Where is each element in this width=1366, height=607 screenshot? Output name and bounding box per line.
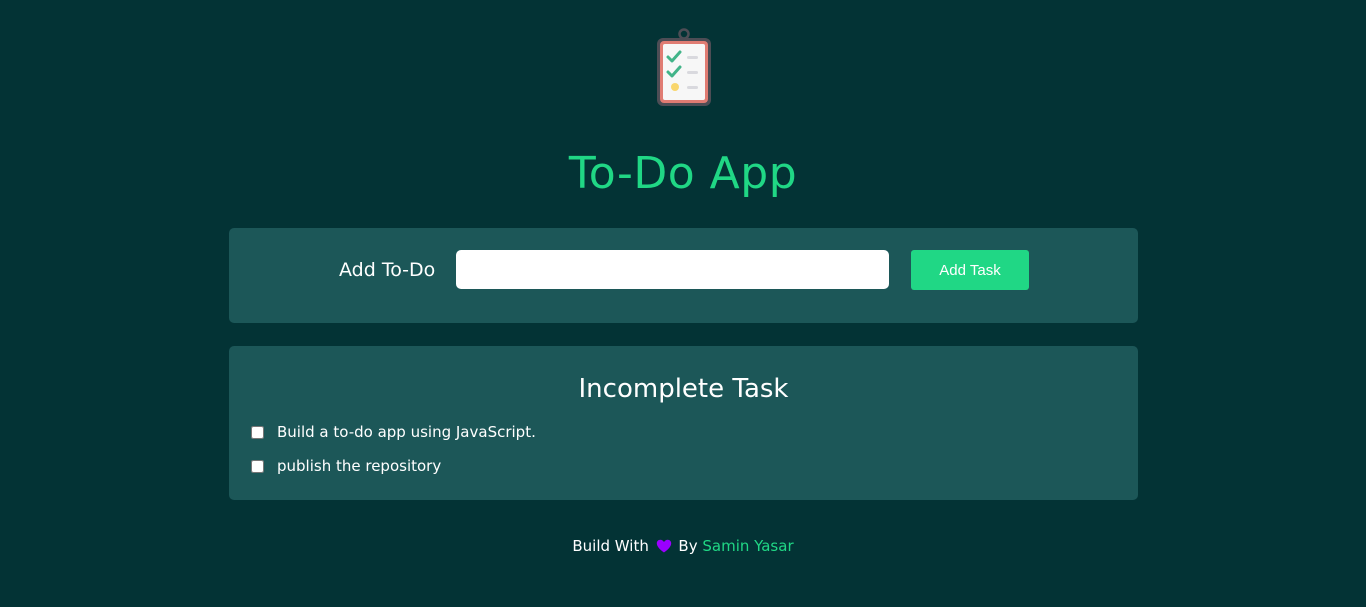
heart-icon bbox=[656, 539, 671, 553]
footer-by: By bbox=[678, 537, 698, 555]
task-label: Build a to-do app using JavaScript. bbox=[277, 423, 536, 441]
add-task-button[interactable]: Add Task bbox=[911, 250, 1029, 290]
incomplete-task-heading: Incomplete Task bbox=[578, 374, 789, 404]
add-todo-label: Add To-Do bbox=[339, 259, 436, 281]
incomplete-task-card: Incomplete Task Build a to-do app using … bbox=[229, 346, 1138, 500]
task-label: publish the repository bbox=[277, 457, 442, 475]
add-todo-card: Add To-Do Add Task bbox=[229, 228, 1138, 323]
new-task-input[interactable] bbox=[456, 250, 889, 289]
task-checkbox[interactable] bbox=[251, 459, 264, 473]
footer: Build With By Samin Yasar bbox=[0, 535, 1366, 557]
task-item: publish the repository bbox=[251, 455, 441, 477]
task-item: Build a to-do app using JavaScript. bbox=[251, 421, 536, 443]
page: To-Do App Add To-Do Add Task Incomplete … bbox=[0, 0, 1366, 607]
app-title: To-Do App bbox=[568, 148, 798, 199]
clipboard-checklist-icon bbox=[657, 28, 711, 106]
task-checkbox[interactable] bbox=[251, 425, 264, 439]
footer-prefix: Build With bbox=[572, 537, 649, 555]
author-link[interactable]: Samin Yasar bbox=[702, 537, 793, 555]
